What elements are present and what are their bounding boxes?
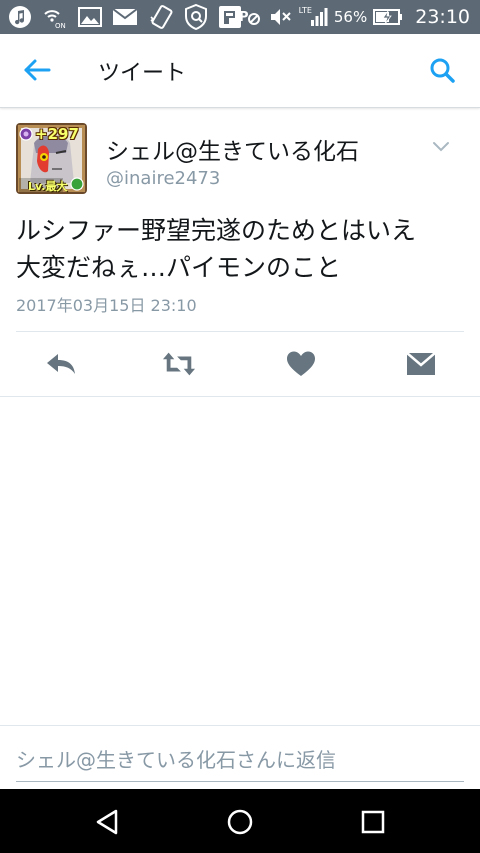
search-button[interactable]: [428, 56, 458, 86]
battery-percent: 56%: [333, 8, 368, 26]
tweet-timestamp: 2017年03月15日 23:10: [16, 296, 197, 315]
like-icon: [287, 351, 315, 376]
tweet-text-line-1: ルシファー野望完遂のためとはいえ: [16, 216, 417, 245]
reply-icon: [47, 354, 75, 374]
wifi-calling-icon: ON: [42, 5, 68, 29]
page-title: ツイート: [98, 61, 187, 86]
nav-home-button[interactable]: [225, 807, 255, 837]
tweet-text: ルシファー野望完遂のためとはいえ 大変だねぇ…パイモンのこと: [16, 212, 466, 286]
vibrate-icon: [148, 5, 174, 29]
mute-icon: [269, 6, 293, 28]
triangle-back-icon: [96, 809, 118, 835]
reply-input[interactable]: シェル@生きている化石さんに返信: [16, 744, 336, 773]
vpn-icon: [184, 4, 208, 30]
like-button[interactable]: [284, 350, 318, 378]
avatar[interactable]: +297 Lv.最大: [16, 123, 87, 194]
reply-input-underline: [16, 781, 464, 782]
image-icon: [78, 6, 102, 28]
status-time: 23:10: [415, 6, 470, 28]
tweet-menu-button[interactable]: [432, 138, 450, 152]
reply-button[interactable]: [44, 350, 78, 378]
system-nav-bar: [0, 789, 480, 853]
tweet-text-line-2: 大変だねぇ…パイモンのこと: [16, 253, 342, 282]
direct-message-button[interactable]: [404, 350, 438, 378]
mail-icon: [112, 6, 138, 28]
author-display-name[interactable]: シェル@生きている化石: [106, 132, 359, 166]
back-button[interactable]: [22, 56, 54, 84]
network-label: LTE: [298, 5, 312, 15]
circle-home-icon: [227, 809, 253, 835]
signal-icon: LTE: [298, 5, 328, 27]
author-handle[interactable]: @inaire2473: [106, 168, 220, 189]
status-system-icons: P LTE 56% 23:10: [239, 3, 470, 31]
back-arrow-icon: [24, 59, 51, 81]
svg-text:ON: ON: [55, 22, 66, 29]
nfc-icon: P: [239, 6, 263, 28]
retweet-icon: [162, 352, 196, 376]
avatar-plus-value: +297: [35, 125, 79, 143]
svg-text:P: P: [239, 10, 249, 25]
status-notification-icons: ON: [8, 3, 242, 31]
chevron-down-icon: [433, 142, 449, 152]
divider: [0, 396, 480, 397]
search-icon: [430, 58, 455, 83]
app-header: ツイート: [0, 34, 480, 108]
direct-message-icon: [406, 352, 436, 375]
battery-charging-icon: [373, 8, 403, 26]
tweet-actions: [0, 332, 480, 396]
nav-back-button[interactable]: [92, 807, 122, 837]
music-icon: [8, 5, 32, 29]
avatar-level-badge: Lv.最大: [28, 180, 68, 193]
status-bar: ON P LTE 56% 23:10: [0, 0, 480, 34]
nav-recents-button[interactable]: [358, 807, 388, 837]
square-recents-icon: [361, 810, 385, 834]
reply-bar-border: [0, 725, 480, 726]
retweet-button[interactable]: [162, 350, 196, 378]
